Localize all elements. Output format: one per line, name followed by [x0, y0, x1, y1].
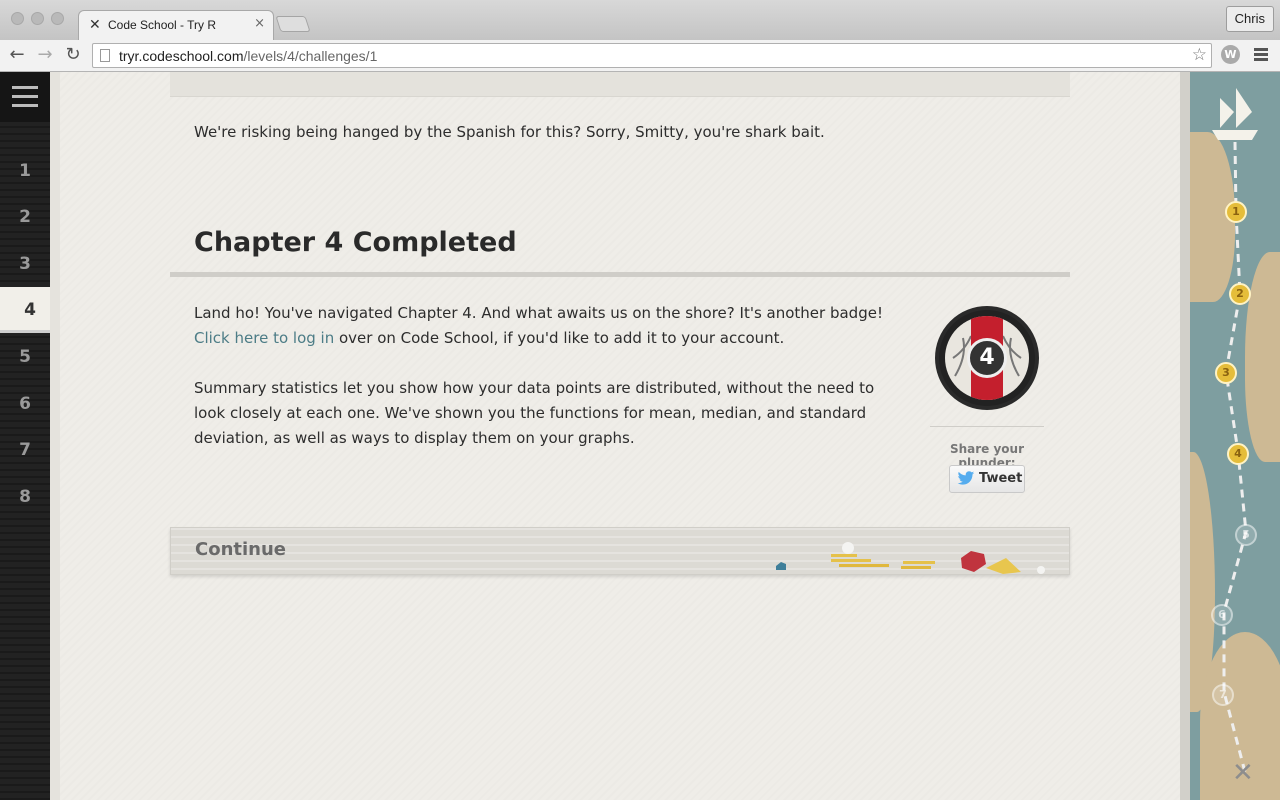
blue-gem-icon [776, 562, 786, 570]
back-arrow-icon[interactable]: ← [6, 44, 28, 66]
ship-sails [1220, 88, 1252, 128]
summary-line-2: look closely at each one. We've shown yo… [194, 404, 867, 422]
gold-wedge-icon [986, 558, 1021, 574]
progress-map: 1 2 3 4 5 6 7 ✕ [1190, 72, 1280, 800]
map-frame [1180, 72, 1190, 800]
address-bar[interactable]: tryr.codeschool.com/levels/4/challenges/… [92, 43, 1212, 68]
pearl-icon-1 [842, 542, 854, 554]
gold-bar-2 [831, 559, 871, 562]
map-node-7[interactable]: 7 [1212, 684, 1234, 706]
chapter-title: Chapter 4 Completed [194, 227, 517, 258]
completion-line-2: Click here to log in over on Code School… [194, 326, 894, 351]
chapter-link-3[interactable]: 3 [0, 241, 50, 287]
bookmark-star-icon[interactable]: ☆ [1192, 45, 1207, 65]
chapter-link-1[interactable]: 1 [0, 148, 50, 194]
codeschool-favicon-icon: ✕ [89, 17, 101, 33]
page-icon [100, 49, 110, 62]
reload-icon[interactable]: ↻ [62, 44, 84, 66]
new-tab-button[interactable] [275, 16, 311, 32]
completion-paragraph: Land ho! You've navigated Chapter 4. And… [194, 301, 894, 351]
tab-close-icon[interactable]: × [254, 16, 265, 31]
summary-paragraph: Summary statistics let you show how your… [194, 376, 894, 451]
lesson-panel: We're risking being hanged by the Spanis… [60, 72, 1180, 800]
chapter-link-6[interactable]: 6 [0, 381, 50, 427]
badge-number: 4 [967, 338, 1007, 378]
chrome-menu-icon[interactable] [1254, 48, 1268, 63]
forward-arrow-icon[interactable]: → [34, 44, 56, 66]
treasure-decoration [776, 542, 1045, 574]
badge-octopus-emblem: 4 [945, 316, 1029, 400]
tab-title: Code School - Try R [108, 18, 217, 32]
chapter-link-5[interactable]: 5 [0, 334, 50, 380]
pirate-quote: We're risking being hanged by the Spanis… [194, 123, 825, 141]
map-node-1[interactable]: 1 [1225, 201, 1247, 223]
map-node-4[interactable]: 4 [1227, 443, 1249, 465]
hamburger-menu-icon[interactable] [0, 72, 50, 122]
chapter-link-7[interactable]: 7 [0, 427, 50, 473]
zoom-window-button[interactable] [51, 12, 64, 25]
twitter-bird-icon [957, 471, 975, 485]
browser-toolbar: ← → ↻ tryr.codeschool.com/levels/4/chall… [0, 40, 1280, 72]
map-route [1212, 88, 1258, 773]
previous-section-band [170, 72, 1070, 97]
tweet-button[interactable]: Tweet [949, 465, 1025, 493]
url-path: /levels/4/challenges/1 [243, 48, 378, 64]
summary-line-1: Summary statistics let you show how your… [194, 379, 875, 397]
treasure-x-icon: ✕ [1232, 758, 1254, 788]
login-line-rest: over on Code School, if you'd like to ad… [334, 329, 785, 347]
continue-button[interactable]: Continue [170, 527, 1070, 575]
gold-bar-5 [901, 566, 931, 569]
chapter-sidebar: 1 2 3 4 5 6 7 8 [0, 72, 60, 800]
pearl-icon-2 [1037, 566, 1045, 574]
login-link[interactable]: Click here to log in [194, 329, 334, 347]
map-node-5[interactable]: 5 [1235, 524, 1257, 546]
tweet-label: Tweet [979, 471, 1023, 486]
completion-line-1: Land ho! You've navigated Chapter 4. And… [194, 304, 883, 322]
chapter-link-2[interactable]: 2 [0, 194, 50, 240]
chapter-link-8[interactable]: 8 [0, 474, 50, 520]
chapter-badge: 4 [935, 306, 1039, 410]
summary-line-3: deviation, as well as ways to display th… [194, 429, 635, 447]
gold-bar-1 [831, 554, 857, 557]
map-node-2[interactable]: 2 [1229, 283, 1251, 305]
url-text: tryr.codeschool.com/levels/4/challenges/… [119, 48, 377, 64]
title-divider [170, 272, 1070, 277]
gold-bar-4 [903, 561, 935, 564]
badge-divider [930, 426, 1044, 427]
ship-hull [1212, 130, 1258, 140]
browser-titlebar: ✕ Code School - Try R × Chris [0, 0, 1280, 40]
gold-bar-3 [839, 564, 889, 567]
extension-icon[interactable]: W [1221, 45, 1240, 64]
minimize-window-button[interactable] [31, 12, 44, 25]
url-host: tryr.codeschool.com [119, 48, 244, 64]
ruby-icon [961, 551, 986, 572]
map-node-3[interactable]: 3 [1215, 362, 1237, 384]
close-window-button[interactable] [11, 12, 24, 25]
profile-button[interactable]: Chris [1225, 6, 1274, 32]
browser-tab[interactable]: ✕ Code School - Try R × [78, 10, 274, 40]
map-node-6[interactable]: 6 [1211, 604, 1233, 626]
